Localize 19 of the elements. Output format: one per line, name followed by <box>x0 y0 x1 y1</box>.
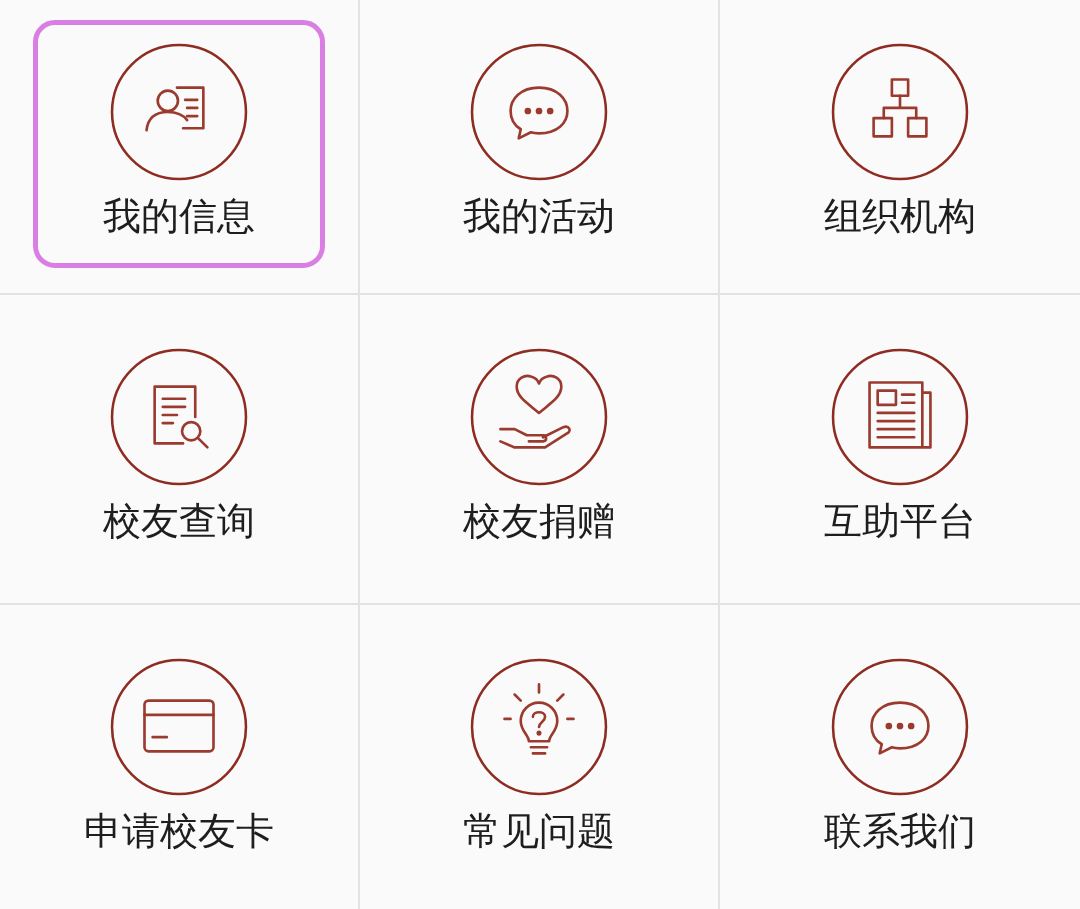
menu-label: 申请校友卡 <box>84 808 274 855</box>
menu-label: 互助平台 <box>824 498 976 545</box>
menu-item[interactable]: 我的信息 <box>33 20 325 268</box>
chat-bubble-icon <box>470 43 608 181</box>
menu-label: 我的活动 <box>463 193 615 240</box>
document-search-icon <box>110 348 248 486</box>
menu-label: 常见问题 <box>463 808 615 855</box>
chat-bubble-icon <box>831 658 969 796</box>
menu-label: 联系我们 <box>824 808 976 855</box>
menu-label: 我的信息 <box>103 193 255 240</box>
menu-label: 校友捐赠 <box>463 498 615 545</box>
lightbulb-icon <box>470 658 608 796</box>
heart-hand-icon <box>470 348 608 486</box>
menu-label: 校友查询 <box>103 498 255 545</box>
profile-card-icon <box>110 43 248 181</box>
org-chart-icon <box>831 43 969 181</box>
newspaper-icon <box>831 348 969 486</box>
card-icon <box>110 658 248 796</box>
menu-label: 组织机构 <box>824 193 976 240</box>
